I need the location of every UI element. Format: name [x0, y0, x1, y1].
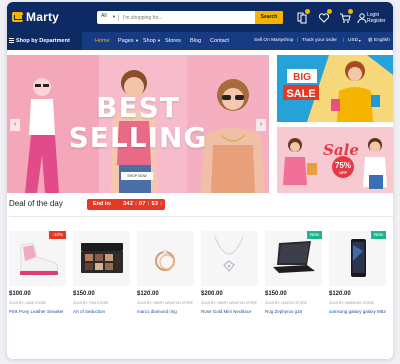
product-seller: SOLD BY: SAMSUNG STORE: [329, 301, 374, 305]
prev-slide-button[interactable]: ‹: [10, 119, 20, 131]
phone-image: [351, 239, 366, 277]
discount-badge: -10%: [49, 231, 66, 239]
deal-countdown: End in: 342 : 07 : 53 : 28: [87, 199, 165, 218]
big-sale-line2: SALE: [286, 88, 315, 100]
product-seller: SOLD BY: LENOVO STORE: [265, 301, 307, 305]
hero-slider: BEST SELLING SHOP NOW ‹ ›: [7, 55, 269, 193]
sale-75-banner[interactable]: Sale 75% OFF: [277, 127, 393, 193]
product-image[interactable]: [73, 231, 130, 286]
product-seller: SOLD BY: HARRY WINSTON STORE: [201, 301, 257, 305]
cart-badge: [348, 9, 353, 14]
logo-icon: [12, 12, 23, 22]
nav-home[interactable]: Home: [95, 32, 110, 50]
product-image[interactable]: [137, 231, 194, 286]
big-sale-line1: BIG: [293, 72, 311, 83]
product-seller: SOLD BY: FIKA STORE: [73, 301, 109, 305]
nav-shop[interactable]: Shop: [143, 32, 156, 50]
sale-off: OFF: [339, 170, 348, 175]
globe-icon: ◍: [368, 38, 373, 43]
chevron-down-icon: ▼: [157, 38, 161, 43]
logo[interactable]: Marty: [12, 10, 60, 24]
header: Marty All ▼ Search Login Register: [7, 2, 393, 32]
shop-now-button[interactable]: SHOP NOW: [121, 172, 153, 180]
chevron-down-icon: ▼: [135, 38, 139, 43]
eyeshadow-palette-image: [81, 243, 123, 273]
wishlist-badge: [327, 9, 332, 14]
sale-75-image: Sale 75% OFF: [277, 127, 393, 193]
product-image[interactable]: [329, 231, 386, 286]
product-image[interactable]: [9, 231, 66, 286]
product-price: $100.00: [9, 291, 31, 297]
shop-frame: Marty All ▼ Search Login Register: [7, 2, 393, 359]
product-price: $120.00: [329, 291, 351, 297]
product-name[interactable]: samsung galaxy galaxy M52: [329, 309, 386, 315]
wishlist-icon[interactable]: [318, 9, 332, 23]
product-name[interactable]: Rose Gold Mini Necklace: [201, 309, 258, 315]
product-name[interactable]: Art of Seduction: [73, 309, 130, 315]
product-card[interactable]: $150.00 SOLD BY: FIKA STORE Art of Seduc…: [73, 231, 130, 359]
product-card[interactable]: New $120.00 SOLD BY: SAMSUNG STORE samsu…: [329, 231, 386, 359]
next-slide-button[interactable]: ›: [256, 119, 266, 131]
product-card[interactable]: -10% $100.00 SOLD BY: LAVIE STORE Pink P…: [9, 231, 66, 359]
search-button[interactable]: Search: [255, 11, 283, 24]
language-select[interactable]: English: [374, 32, 390, 50]
nav-stores[interactable]: Stores: [165, 32, 181, 50]
compare-icon[interactable]: [296, 9, 310, 24]
hero-title: BEST SELLING: [68, 91, 208, 154]
product-price: $200.00: [201, 291, 223, 297]
shop-by-department-label: Shop by Department: [16, 38, 70, 44]
chevron-down-icon: ▼: [358, 39, 362, 43]
chevron-down-icon: ▼: [112, 14, 116, 19]
big-sale-banner[interactable]: BIG SALE: [277, 55, 393, 122]
nav-sell[interactable]: Sell On Martyshop: [254, 32, 293, 50]
main-nav: Shop by Department Home Pages ▼ Shop ▼ S…: [7, 32, 393, 50]
divider: [118, 14, 119, 21]
product-image[interactable]: [265, 231, 322, 286]
product-price: $150.00: [265, 291, 287, 297]
deal-title: Deal of the day: [9, 199, 63, 208]
nav-contact[interactable]: Contact: [210, 32, 229, 50]
product-price: $150.00: [73, 291, 95, 297]
product-name[interactable]: Rog Zephyrus g15: [265, 309, 322, 315]
logo-text: Marty: [26, 10, 60, 24]
product-name[interactable]: marco diamond ring: [137, 309, 194, 315]
divider: [9, 216, 393, 217]
shop-by-department-button[interactable]: Shop by Department: [7, 32, 82, 50]
new-badge: New: [370, 231, 386, 239]
cart-icon[interactable]: [339, 9, 353, 23]
product-card[interactable]: $120.00 SOLD BY: HARRY WINSTON STORE mar…: [137, 231, 194, 359]
new-badge: New: [306, 231, 322, 239]
product-image[interactable]: [201, 231, 258, 286]
sale-discount: 75%: [335, 161, 351, 170]
register-link[interactable]: Register: [367, 18, 386, 24]
product-seller: SOLD BY: LAVIE STORE: [9, 301, 47, 305]
laptop-image: [273, 241, 315, 273]
login-register[interactable]: Login Register: [367, 12, 386, 24]
big-sale-image: BIG SALE: [277, 55, 393, 122]
nav-pages[interactable]: Pages: [118, 32, 134, 50]
product-price: $120.00: [137, 291, 159, 297]
product-seller: SOLD BY: HARRY WINSTON STORE: [137, 301, 193, 305]
product-name[interactable]: Pink Pony Leather Sneaker: [9, 309, 66, 315]
currency-select[interactable]: USD: [348, 32, 358, 50]
product-card[interactable]: $200.00 SOLD BY: HARRY WINSTON STORE Ros…: [201, 231, 258, 359]
sneaker-image: [20, 242, 58, 275]
compare-badge: [305, 9, 310, 14]
menu-icon: [9, 38, 14, 43]
search-category[interactable]: All: [101, 13, 107, 19]
search-input[interactable]: [123, 12, 253, 23]
search-bar: All ▼ Search: [97, 11, 283, 24]
nav-track-order[interactable]: Track your order: [302, 32, 337, 50]
product-card[interactable]: New $150.00 SOLD BY: LENOVO STORE Rog Ze…: [265, 231, 322, 359]
countdown-label: End in:: [93, 201, 112, 207]
ring-image: [155, 249, 175, 271]
nav-blog[interactable]: Blog: [190, 32, 201, 50]
necklace-image: [214, 236, 244, 272]
